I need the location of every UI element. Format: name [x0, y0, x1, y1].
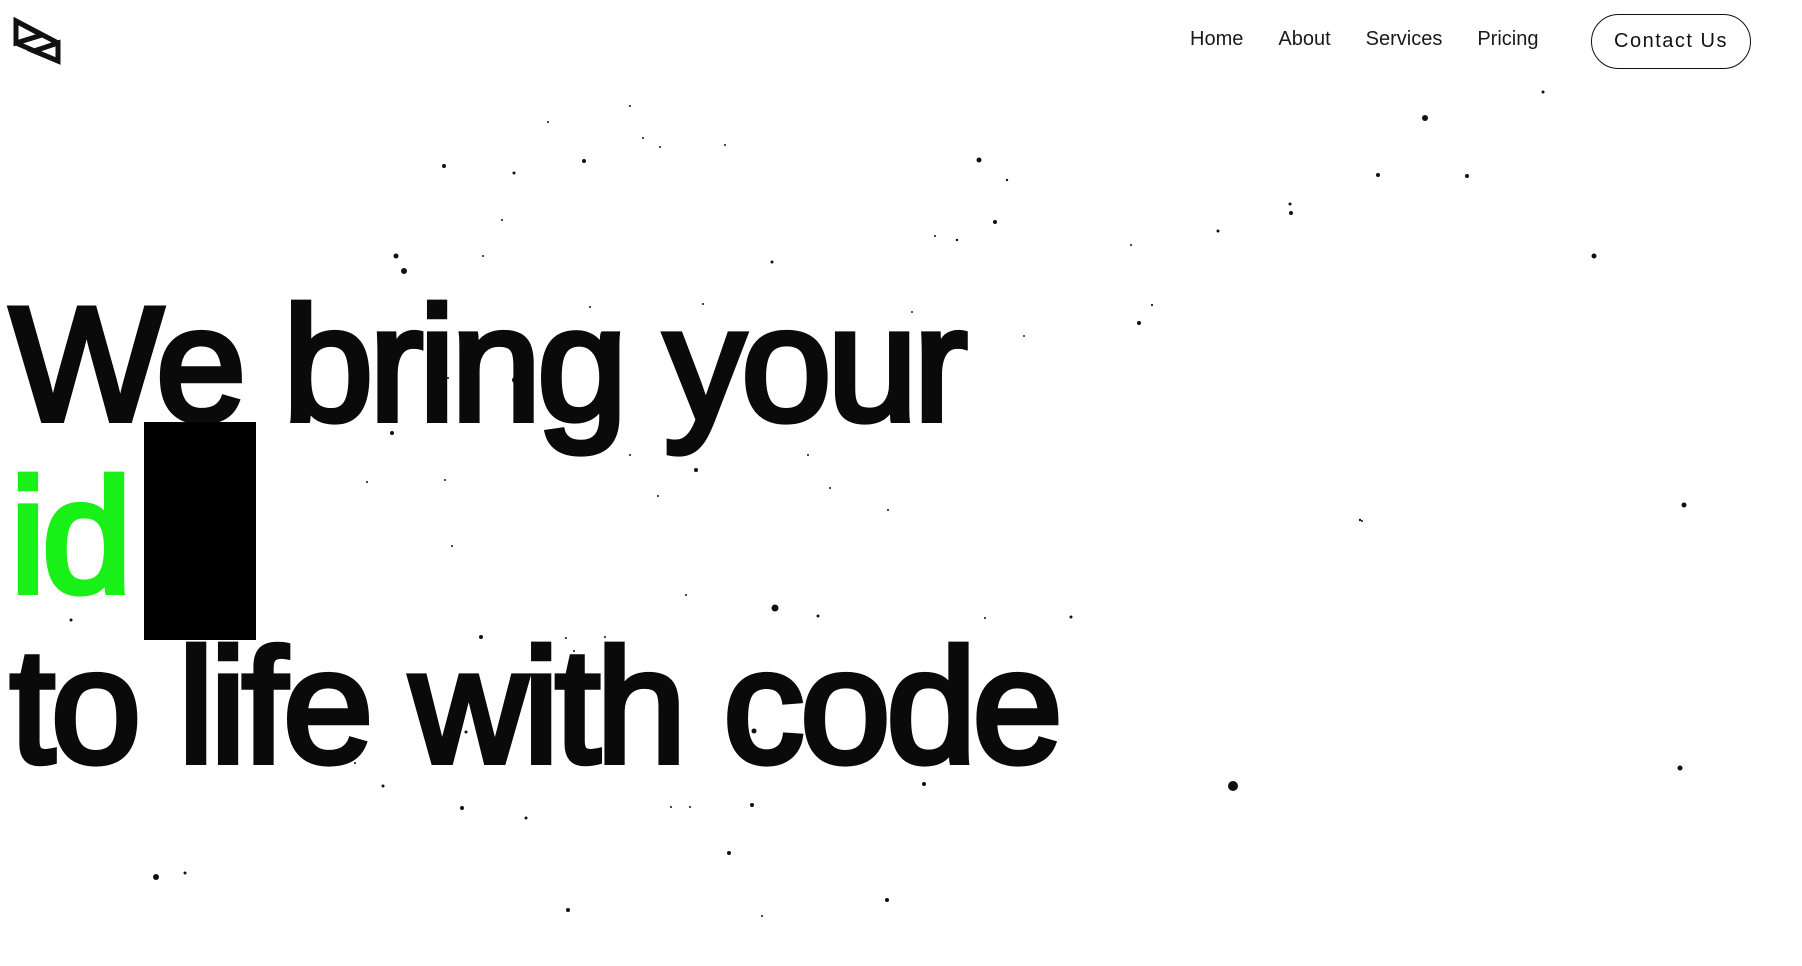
particle-dot [770, 260, 774, 264]
particle-dot [460, 806, 464, 810]
particle-dot [1677, 765, 1683, 771]
particle-dot [1137, 321, 1141, 325]
particle-dot [566, 908, 570, 912]
particle-dot [183, 871, 187, 875]
particle-dot [1216, 229, 1220, 233]
particle-dot [582, 159, 586, 163]
particle-dot [1591, 253, 1597, 259]
particle-dot [1151, 304, 1153, 306]
nav-home-link[interactable]: Home [1190, 28, 1243, 51]
particle-dot [724, 144, 726, 146]
particle-dot [366, 481, 368, 483]
play-bowtie-logo-icon[interactable] [12, 17, 62, 65]
nav-pricing-link[interactable]: Pricing [1477, 28, 1538, 51]
particle-dot [1289, 211, 1293, 215]
particle-dot [153, 874, 159, 880]
landing-page: Home About Services Pricing Contact Us W… [0, 0, 1802, 966]
particle-dot [451, 545, 453, 547]
particle-dot [887, 509, 889, 511]
particle-dot [629, 105, 631, 107]
particle-background [48, 90, 1687, 917]
particle-dot [547, 121, 549, 123]
particle-dot [1023, 335, 1025, 337]
typed-word: id [7, 446, 135, 627]
particle-dot [1376, 173, 1380, 177]
main-nav: Home About Services Pricing [1190, 28, 1573, 51]
particle-dot [976, 157, 982, 163]
particle-dot [501, 219, 503, 221]
particle-dot [750, 803, 754, 807]
particle-dot [689, 806, 691, 808]
nav-about-link[interactable]: About [1278, 28, 1330, 51]
particle-dot [694, 468, 698, 472]
particle-dot [1069, 615, 1073, 619]
particle-dot [829, 487, 831, 489]
particle-dot [934, 235, 936, 237]
nav-services-link[interactable]: Services [1366, 28, 1443, 51]
particle-dot [1005, 178, 1009, 182]
particle-dot [1681, 502, 1687, 508]
particle-dot [885, 898, 889, 902]
particle-dot [657, 495, 659, 497]
particle-dot [482, 255, 484, 257]
particle-dot [1361, 520, 1363, 522]
contact-us-button[interactable]: Contact Us [1591, 14, 1751, 69]
particle-dot [393, 253, 399, 259]
particle-dot [1541, 90, 1545, 94]
particle-dot [771, 604, 779, 612]
hero-line-3: to life with code [7, 616, 1066, 797]
particle-dot [444, 479, 446, 481]
particle-dot [955, 238, 959, 242]
hero-line-2: id [7, 422, 257, 640]
particle-dot [1465, 174, 1469, 178]
particle-dot [1151, 304, 1153, 306]
particle-dot [524, 816, 528, 820]
particle-dot [670, 806, 672, 808]
particle-dot [993, 220, 997, 224]
site-header: Home About Services Pricing Contact Us [0, 0, 1802, 90]
particle-dot [727, 851, 731, 855]
particle-dot [512, 171, 516, 175]
particle-dot [1288, 202, 1292, 206]
typing-cursor-block [144, 422, 257, 640]
particle-dot [1422, 115, 1428, 121]
particle-dot [761, 915, 763, 917]
particle-dot [1130, 244, 1132, 246]
particle-dot [442, 164, 446, 168]
particle-dot [1358, 518, 1362, 522]
particle-dot [659, 146, 661, 148]
particle-dot [1228, 781, 1238, 791]
particle-dot [685, 594, 687, 596]
particle-dot [642, 137, 644, 139]
